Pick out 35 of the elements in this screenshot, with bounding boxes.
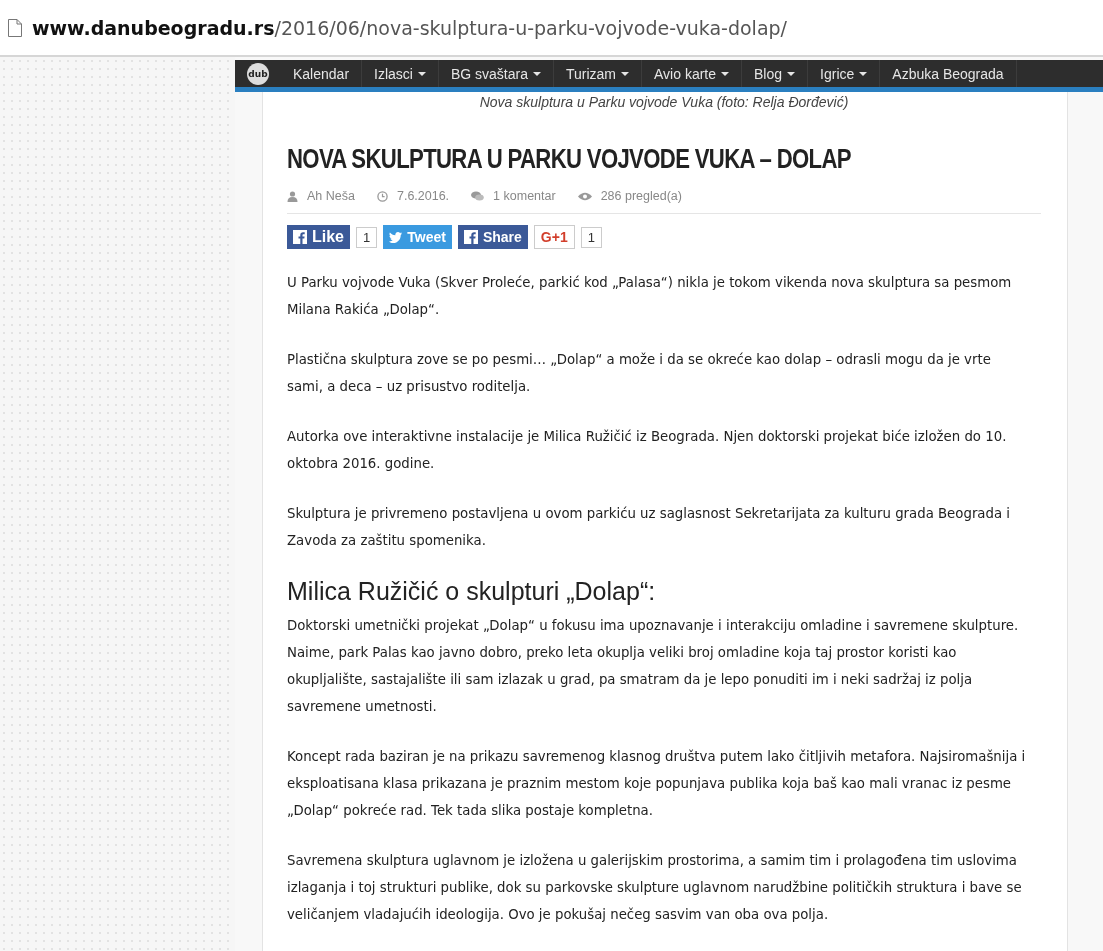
- paragraph: Savremena skulptura uglavnom je izložena u galerijskim prostorima, a samim tim i prolagođena tim uslovima izlaganja i toj strukturi publike, dok su parkovske skulpture uglavnom narudžbine političkih struktura i bave se veličanjem vladajućih ideologija. Ovo je pokušaj nečeg sasvim van oba ova polja.: [287, 852, 1023, 924]
- paragraph: Plastična skulptura zove se po pesmi… „Dolap“ a može i da se okreće kao dolap – odrasli mogu da je vrte sami, a deca – uz prisustvo roditelja.: [287, 351, 992, 396]
- date-meta: 7.6.2016.: [396, 189, 450, 203]
- bird-icon: [389, 231, 403, 243]
- caret-icon: [787, 71, 796, 76]
- caret-icon: [621, 71, 630, 76]
- plus-one-button[interactable]: G+1: [533, 225, 575, 249]
- eye-icon: [577, 191, 592, 201]
- paragraph: Doktorski umetnički projekat „Dolap“ u fokusu ima upoznavanje i interakciju omladine i savremene skulpture. Naime, park Palas kao javno dobro, preko leta okuplja veliki broj omladine koja taj prostor koristi kao okupljalište, sastajalište ili sam izlazak u grad, pa smatram da je lepo ponuditi im i neki sadržaj iz polja savremene umetnosti.: [287, 617, 1020, 716]
- url-text[interactable]: www.danubeogradu.rs/2016/06/nova-skulptura-u-parku-vojvode-vuka-dolap/: [32, 16, 787, 39]
- page-icon: [8, 18, 22, 37]
- share-count: 1: [580, 226, 602, 248]
- like-button[interactable]: Like: [287, 225, 350, 249]
- caret-icon: [859, 71, 868, 76]
- paragraph: Skulptura je privremeno postavljena u ovom parkiću uz saglasnost Sekretarijata za kulturu grada Beograda i Zavoda za zaštitu spomenika.: [287, 505, 1011, 550]
- caret-icon: [533, 71, 541, 76]
- caret-icon: [417, 71, 426, 76]
- article-title: NOVA SKULPTURA U PARKU VOJVODE VUKA – DOLAP: [287, 144, 851, 175]
- paragraph: U Parku vojvode Vuka (Skver Proleće, parkić kod „Palasa“) nikla je tokom vikenda nova skulptura sa pesmom Milana Rakića „Dolap“.: [287, 274, 1013, 319]
- caret-icon: [721, 71, 730, 76]
- section-heading: Milica Ružičić o skulpturi „Dolap“:: [287, 577, 657, 606]
- paragraph: Koncept rada baziran je na prikazu savremenog klasnog društva putem lako čitljivih metafora. Najsiromašnija i eksploatisana klasa prikazana je praznim mestom koje popunjava publika koja baš kao mali vranac iz pesme „Dolap“ pokreće rad. Tek tada slika postaje kompletna.: [287, 748, 1027, 820]
- comments-meta[interactable]: 1 komentar: [493, 189, 556, 203]
- site-logo[interactable]: dub: [247, 62, 269, 85]
- share-button[interactable]: Share: [457, 225, 528, 249]
- photo-caption: Nova skulptura u Parku vojvode Vuka (foto: Relja Đorđević): [478, 94, 850, 110]
- clock-icon: [376, 190, 388, 202]
- person-icon: [287, 190, 298, 202]
- facebook-icon: [293, 230, 307, 244]
- comments-icon: [471, 190, 485, 202]
- paragraph: Autorka ove interaktivne instalacije je Milica Ružičić iz Beograda. Njen doktorski projekat biće izložen do 10. oktobra 2016. godine.: [287, 428, 1008, 473]
- author-meta[interactable]: Ah Neša: [307, 189, 355, 203]
- facebook-icon: [463, 230, 478, 244]
- share-count: 1: [356, 226, 378, 248]
- views-meta: 286 pregled(a): [600, 189, 682, 203]
